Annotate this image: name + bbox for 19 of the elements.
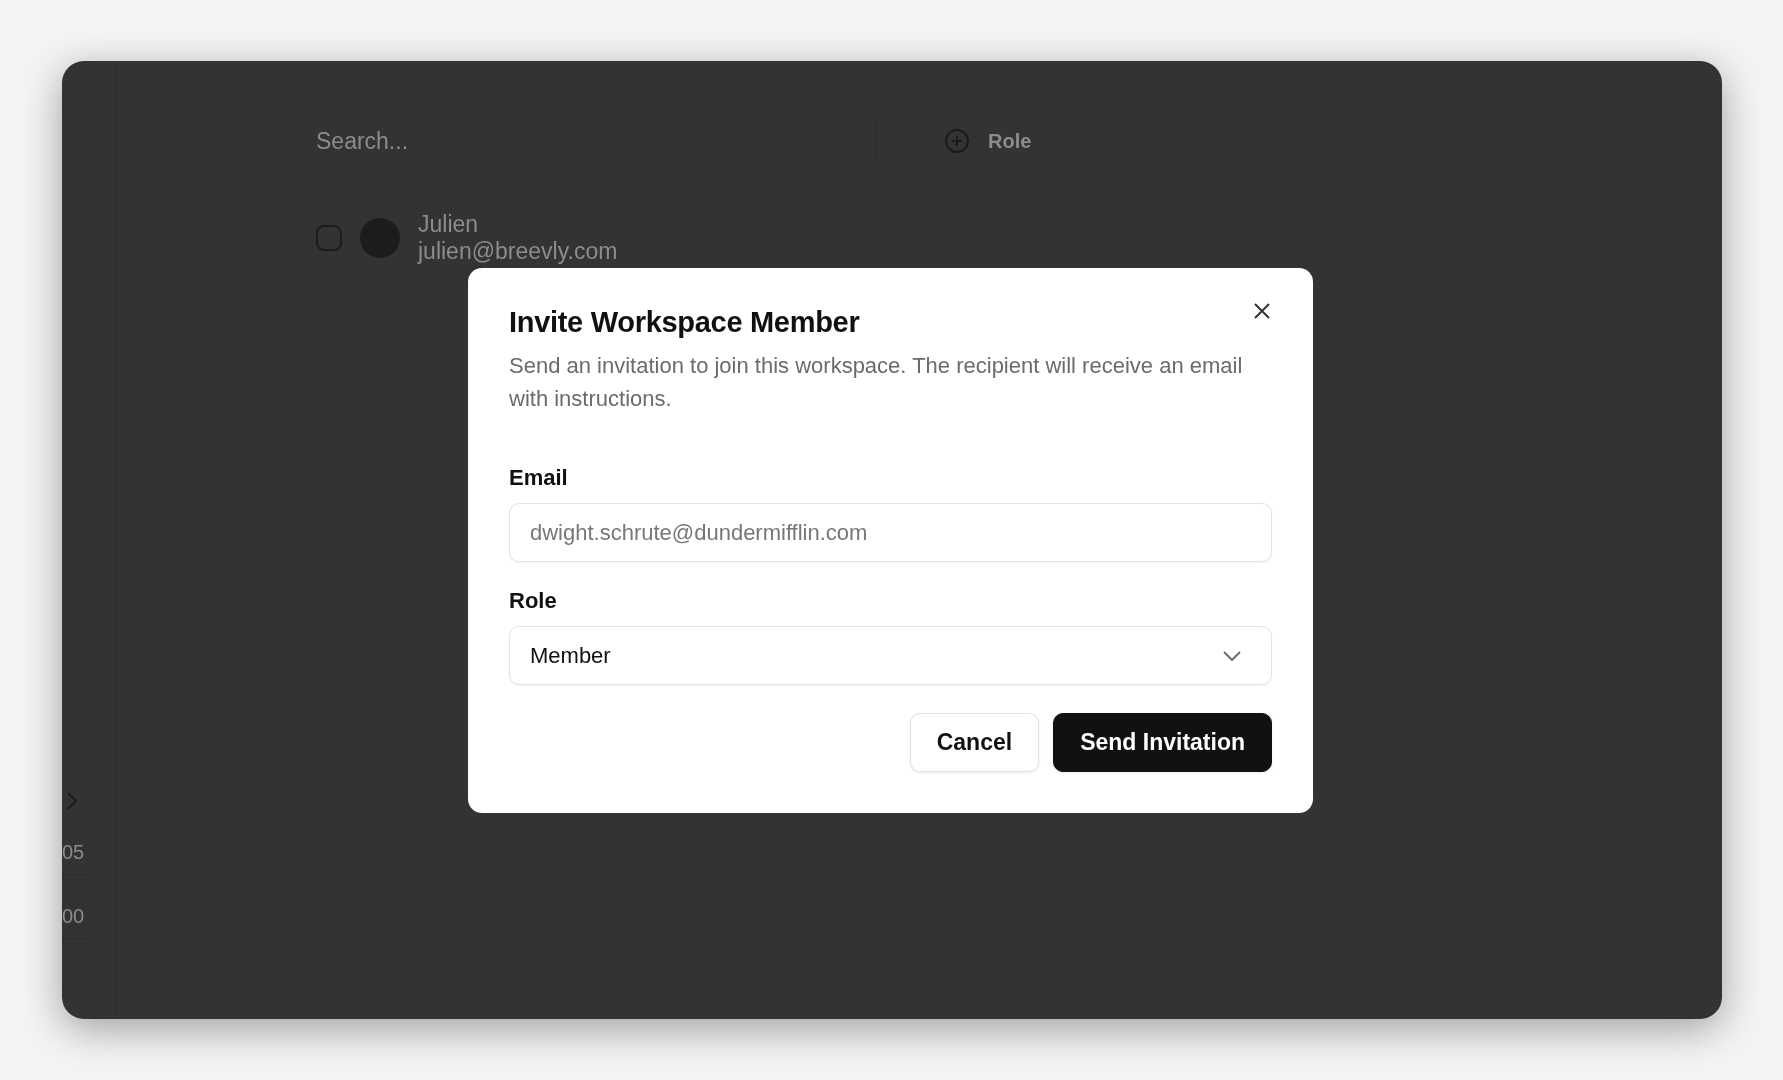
chevron-right-icon[interactable] bbox=[66, 791, 78, 811]
avatar bbox=[360, 218, 400, 258]
chevron-down-icon bbox=[1223, 650, 1241, 661]
role-filter-button[interactable]: Role bbox=[936, 128, 1040, 154]
dialog-title: Invite Workspace Member bbox=[509, 306, 860, 339]
member-name: Julien bbox=[418, 211, 480, 238]
field-label: Email bbox=[509, 465, 569, 491]
search-field[interactable]: Search... bbox=[306, 116, 876, 166]
email-input[interactable]: dwight.schrute@dundermifflin.com bbox=[509, 503, 1272, 562]
cancel-button[interactable]: Cancel bbox=[909, 713, 1040, 772]
send-invitation-button[interactable]: Send Invitation bbox=[1053, 713, 1272, 772]
sidebar-number: 05 bbox=[62, 841, 88, 875]
sidebar-number: 00 bbox=[62, 905, 88, 939]
role-select[interactable]: Member bbox=[509, 626, 1272, 685]
dialog-description: Send an invitation to join this workspace. The recipient will receive an email with instructions. bbox=[509, 352, 1244, 413]
close-icon bbox=[1253, 302, 1271, 320]
member-email: julien@breevly.com bbox=[418, 238, 618, 265]
plus-circle-icon bbox=[944, 128, 970, 154]
field-label: Role bbox=[509, 588, 558, 614]
